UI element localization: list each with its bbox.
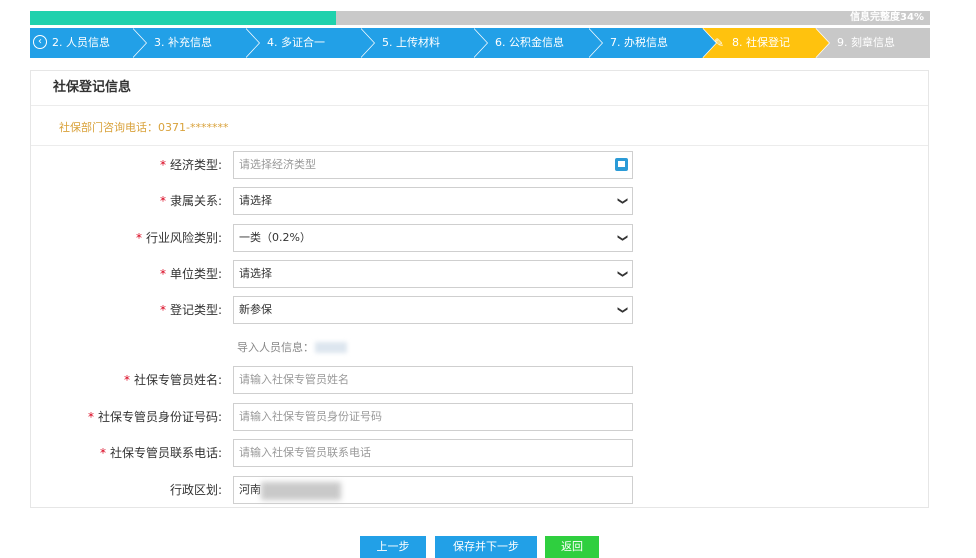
- economic-type-row: * 经济类型: 请选择经济类型: [31, 151, 930, 179]
- step-label: 3. 补充信息: [154, 36, 212, 49]
- select-value: 新参保: [239, 303, 272, 316]
- chevron-down-icon: ❯: [616, 305, 628, 315]
- save-next-button[interactable]: 保存并下一步: [435, 536, 537, 558]
- district-input[interactable]: 河南: [233, 476, 633, 504]
- label-text: 隶属关系:: [169, 194, 222, 208]
- risk-category-row: * 行业风险类别: 一类（0.2%） ❯: [31, 224, 930, 252]
- step-navigation: ‹ 2. 人员信息 3. 补充信息 4. 多证合一 5. 上传材料 6. 公积金…: [30, 28, 930, 58]
- required-mark: *: [159, 194, 166, 208]
- step-supplementary-info[interactable]: 3. 补充信息: [132, 28, 260, 58]
- required-mark: *: [159, 158, 166, 172]
- chevron-left-icon[interactable]: ‹: [33, 35, 47, 49]
- step-label: 5. 上传材料: [382, 36, 440, 49]
- required-mark: *: [87, 410, 94, 424]
- manager-id-input[interactable]: 请输入社保专管员身份证号码: [233, 403, 633, 431]
- redacted-area: [315, 342, 347, 353]
- unit-type-label: * 单位类型:: [160, 260, 222, 288]
- registration-type-row: * 登记类型: 新参保 ❯: [31, 296, 930, 324]
- back-button[interactable]: 返回: [545, 536, 599, 558]
- step-multi-cert[interactable]: 4. 多证合一: [245, 28, 375, 58]
- chevron-down-icon: ❯: [616, 269, 628, 279]
- step-seal-info[interactable]: 9. 刻章信息: [815, 28, 930, 58]
- label-text: 单位类型:: [169, 267, 222, 281]
- chevron-down-icon: ❯: [616, 233, 628, 243]
- select-list-icon[interactable]: [615, 158, 628, 171]
- progress-fill: [30, 11, 336, 25]
- risk-category-label: * 行业风险类别:: [136, 224, 222, 252]
- district-label: 行政区划:: [169, 483, 222, 497]
- completeness-progress-bar: 信息完整度34%: [30, 11, 930, 25]
- placeholder-text: 请输入社保专管员联系电话: [239, 446, 371, 459]
- step-label: 2. 人员信息: [52, 36, 110, 49]
- select-value: 请选择: [239, 267, 272, 280]
- required-mark: *: [135, 231, 142, 245]
- placeholder-text: 请输入社保专管员姓名: [239, 373, 349, 386]
- registration-type-label: * 登记类型:: [160, 296, 222, 324]
- required-mark: *: [99, 446, 106, 460]
- label-text: 经济类型:: [169, 158, 222, 172]
- step-social-security[interactable]: ✎ 8. 社保登记: [702, 28, 830, 58]
- prev-step-button[interactable]: 上一步: [360, 536, 426, 558]
- label-text: 登记类型:: [169, 303, 222, 317]
- affiliation-row: * 隶属关系: 请选择 ❯: [31, 187, 930, 215]
- step-personnel-info[interactable]: ‹ 2. 人员信息: [30, 28, 147, 58]
- phone-note: 社保部门咨询电话：0371-*******: [59, 121, 229, 134]
- label-text: 行业风险类别:: [145, 231, 222, 245]
- affiliation-label: * 隶属关系:: [160, 187, 222, 215]
- select-value: 一类（0.2%）: [239, 231, 311, 244]
- required-mark: *: [123, 373, 130, 387]
- step-tax-info[interactable]: 7. 办税信息: [588, 28, 717, 58]
- required-mark: *: [159, 303, 166, 317]
- manager-name-label: * 社保专管员姓名:: [124, 366, 222, 394]
- chevron-down-icon: ❯: [616, 196, 628, 206]
- economic-type-label: * 经济类型:: [160, 151, 222, 179]
- manager-name-row: * 社保专管员姓名: 请输入社保专管员姓名: [31, 366, 930, 394]
- manager-phone-input[interactable]: 请输入社保专管员联系电话: [233, 439, 633, 467]
- placeholder-text: 请输入社保专管员身份证号码: [239, 410, 382, 423]
- manager-phone-label: * 社保专管员联系电话:: [100, 439, 222, 467]
- step-label: 4. 多证合一: [267, 36, 325, 49]
- manager-name-input[interactable]: 请输入社保专管员姓名: [233, 366, 633, 394]
- panel-title: 社保登记信息: [31, 71, 928, 106]
- economic-type-input[interactable]: 请选择经济类型: [233, 151, 633, 179]
- manager-id-label: * 社保专管员身份证号码:: [88, 403, 222, 431]
- unit-type-select[interactable]: 请选择 ❯: [233, 260, 633, 288]
- label-text: 社保专管员身份证号码:: [97, 410, 222, 424]
- district-value: 河南: [239, 483, 261, 496]
- social-security-panel: 社保登记信息 社保部门咨询电话：0371-******* * 经济类型: 请选择经…: [30, 70, 929, 508]
- step-label: 7. 办税信息: [610, 36, 668, 49]
- registration-type-select[interactable]: 新参保 ❯: [233, 296, 633, 324]
- divider: [31, 145, 928, 146]
- label-text: 社保专管员联系电话:: [109, 446, 222, 460]
- redacted-area: [261, 482, 341, 500]
- step-label: 6. 公积金信息: [495, 36, 564, 49]
- affiliation-select[interactable]: 请选择 ❯: [233, 187, 633, 215]
- label-text: 社保专管员姓名:: [133, 373, 222, 387]
- unit-type-row: * 单位类型: 请选择 ❯: [31, 260, 930, 288]
- manager-id-row: * 社保专管员身份证号码: 请输入社保专管员身份证号码: [31, 403, 930, 431]
- district-row: 行政区划: 河南: [31, 476, 930, 504]
- risk-category-select[interactable]: 一类（0.2%） ❯: [233, 224, 633, 252]
- step-label: 8. 社保登记: [732, 36, 790, 49]
- step-housing-fund[interactable]: 6. 公积金信息: [473, 28, 603, 58]
- select-value: 请选择: [239, 194, 272, 207]
- required-mark: *: [159, 267, 166, 281]
- import-personnel-label: 导入人员信息：: [237, 341, 314, 354]
- progress-label: 信息完整度34%: [850, 12, 924, 23]
- manager-phone-row: * 社保专管员联系电话: 请输入社保专管员联系电话: [31, 439, 930, 467]
- placeholder-text: 请选择经济类型: [239, 158, 316, 171]
- step-upload-materials[interactable]: 5. 上传材料: [360, 28, 488, 58]
- step-label: 9. 刻章信息: [837, 36, 895, 49]
